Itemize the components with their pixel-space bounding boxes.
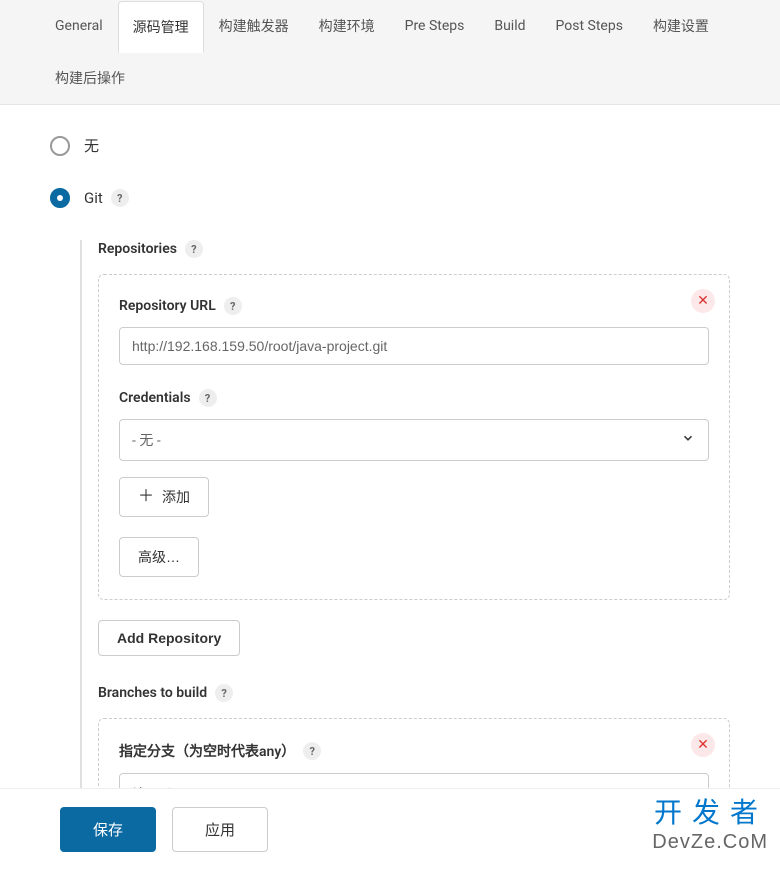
advanced-button[interactable]: 高级… [119,537,199,577]
footer-bar: 保存 应用 [0,788,780,870]
help-icon[interactable]: ? [224,297,242,315]
tab-env[interactable]: 构建环境 [304,0,390,52]
tab-general[interactable]: General [40,2,118,50]
radio-item-none: 无 [50,135,730,156]
credentials-label: Credentials ? [119,389,709,407]
repositories-text: Repositories [98,241,177,257]
help-icon[interactable]: ? [215,684,233,702]
tab-poststeps[interactable]: Post Steps [541,2,638,50]
branch-spec-label: 指定分支（为空时代表any） ? [119,741,709,761]
tab-scm[interactable]: 源码管理 [118,1,204,53]
repository-box: ✕ Repository URL ? Credentials ? - 无 - ＋… [98,274,730,600]
tab-presteps[interactable]: Pre Steps [390,2,480,50]
help-icon[interactable]: ? [111,189,129,207]
credentials-text: Credentials [119,390,191,406]
repo-url-input[interactable] [119,327,709,365]
branches-text: Branches to build [98,685,207,701]
content-area: 无 Git ? Repositories ? ✕ Repository URL … [0,105,780,874]
help-icon[interactable]: ? [303,742,321,760]
scm-radio-group: 无 Git ? [50,135,730,208]
radio-none-label: 无 [84,135,99,156]
tab-postactions[interactable]: 构建后操作 [40,52,140,104]
help-icon[interactable]: ? [199,389,217,407]
tabs-row-2: 构建后操作 [40,52,740,104]
add-repository-button[interactable]: Add Repository [98,620,240,656]
repositories-label: Repositories ? [98,240,730,258]
tabs-row: General 源码管理 构建触发器 构建环境 Pre Steps Build … [40,0,740,52]
credentials-select[interactable]: - 无 - [119,419,709,461]
radio-item-git: Git ? [50,188,730,208]
branches-label: Branches to build ? [98,684,730,702]
plus-icon: ＋ [138,489,154,505]
save-button[interactable]: 保存 [60,807,156,852]
close-icon[interactable]: ✕ [691,289,715,313]
radio-git[interactable] [50,188,70,208]
branch-spec-text: 指定分支（为空时代表any） [119,741,295,761]
repo-url-text: Repository URL [119,298,216,314]
apply-button[interactable]: 应用 [172,807,268,852]
help-icon[interactable]: ? [185,240,203,258]
radio-none[interactable] [50,136,70,156]
tab-buildsettings[interactable]: 构建设置 [638,0,724,52]
add-button-label: 添加 [162,487,190,507]
close-icon[interactable]: ✕ [691,733,715,757]
tab-build[interactable]: Build [479,2,540,50]
git-section: Repositories ? ✕ Repository URL ? Creden… [80,240,730,834]
tab-triggers[interactable]: 构建触发器 [204,0,304,52]
repo-url-label: Repository URL ? [119,297,709,315]
tabs-container: General 源码管理 构建触发器 构建环境 Pre Steps Build … [0,0,780,105]
radio-git-label: Git [84,189,103,207]
credentials-select-wrapper: - 无 - [119,419,709,461]
add-credentials-button[interactable]: ＋ 添加 [119,477,209,517]
